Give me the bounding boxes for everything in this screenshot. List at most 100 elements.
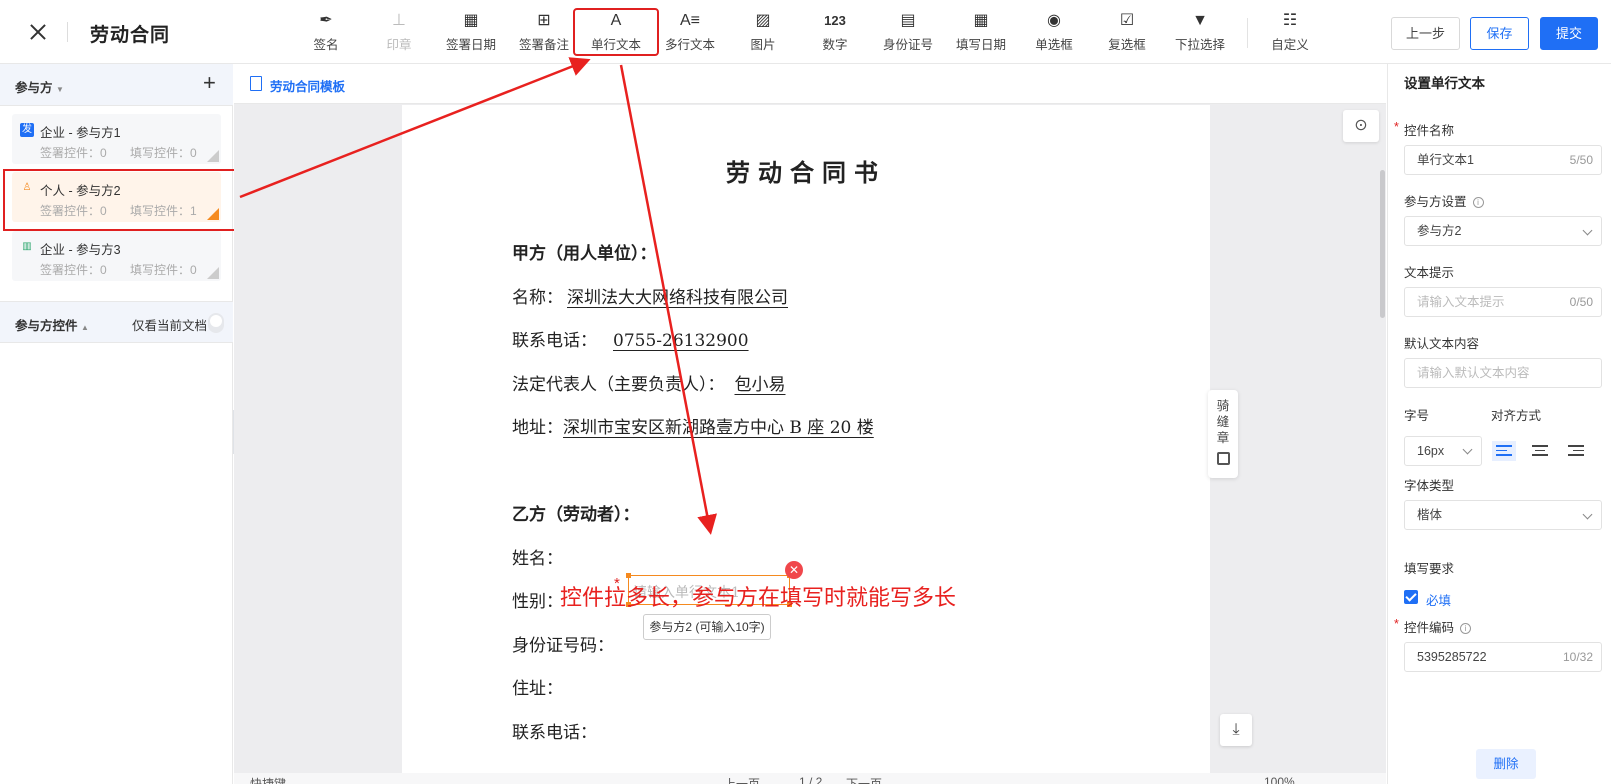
align-left-icon[interactable] <box>1492 441 1516 461</box>
prev-page-button[interactable]: 上一页 <box>724 775 760 784</box>
field-tooltip: 参与方2 (可输入10字) <box>643 614 771 640</box>
tool-checkbox-button[interactable]: ☑ 复选框 <box>1092 10 1162 56</box>
party-a-name: 名称： 深圳法大大网络科技有限公司 <box>512 288 788 308</box>
tool-fill-date-button[interactable]: ▦ 填写日期 <box>946 10 1016 56</box>
caret-down-icon: ▼ <box>56 85 64 94</box>
tool-pen-sign-button[interactable]: ✒ 签名 <box>291 10 361 56</box>
hint-input[interactable]: 请输入文本提示 0/50 <box>1404 287 1602 317</box>
id-card-icon: ▤ <box>900 12 916 29</box>
controls-header: 参与方控件 ▲ 仅看当前文档 <box>0 301 233 343</box>
font-size-select[interactable]: 16px <box>1404 436 1482 466</box>
tool-custom-button[interactable]: ☷ 自定义 <box>1255 10 1325 56</box>
tool-image-button[interactable]: ▨ 图片 <box>728 10 798 56</box>
tool-calendar-button[interactable]: ▦ 签署日期 <box>436 10 506 56</box>
tool-dropdown-button[interactable]: ▼ 下拉选择 <box>1165 10 1235 56</box>
note-add-icon: ⊞ <box>537 12 551 29</box>
default-text-label: 默认文本内容 <box>1404 337 1480 351</box>
file-icon <box>250 76 262 91</box>
party-select[interactable]: 参与方2 <box>1404 216 1602 246</box>
font-size-label: 字号 <box>1404 409 1430 423</box>
tool-label: 数字 <box>822 38 848 52</box>
party-a-phone: 联系电话： 0755-26132900 <box>512 331 749 351</box>
corner-mark <box>207 150 219 162</box>
shortcut-label[interactable]: 快捷键 <box>250 775 286 784</box>
tool-label: 单选框 <box>1035 38 1073 52</box>
party-b-gender-label: 性别： <box>512 592 563 612</box>
scrollbar[interactable] <box>1380 170 1385 318</box>
download-icon[interactable]: ⤓ <box>1220 714 1252 746</box>
tool-stamp-button: ⊥ 印章 <box>364 10 434 56</box>
party-b-name-label: 姓名： <box>512 549 563 569</box>
parties-title[interactable]: 参与方 ▼ <box>15 77 64 96</box>
control-code-input[interactable]: 5395285722 10/32 <box>1404 642 1602 672</box>
only-current-label: 仅看当前文档 <box>132 319 208 333</box>
submit-button[interactable]: 提交 <box>1540 17 1598 50</box>
custom-icon: ☷ <box>1282 12 1298 29</box>
tool-label: 下拉选择 <box>1174 38 1225 52</box>
number-icon: 123 <box>824 13 846 28</box>
single-text-icon: A <box>610 12 622 29</box>
control-name-input[interactable]: 单行文本1 5/50 <box>1404 145 1602 175</box>
settings-panel: 设置单行文本 * 控件名称 单行文本1 5/50 参与方设置 i 参与方2 文本提示 … <box>1387 64 1611 784</box>
tool-label: 填写日期 <box>955 38 1006 52</box>
contract-page: 劳动合同书 甲方（用人单位）： 名称： 深圳法大大网络科技有限公司 联系电话： 07… <box>402 105 1210 784</box>
save-button[interactable]: 保存 <box>1470 17 1529 50</box>
required-checkbox-label[interactable]: 必填 <box>1426 590 1451 609</box>
tool-label: 身份证号 <box>882 38 933 52</box>
tool-multi-text-button[interactable]: A≡ 多行文本 <box>655 10 725 56</box>
parties-header: 参与方 ▼ + <box>0 64 233 106</box>
remove-field-icon[interactable]: ✕ <box>785 561 803 579</box>
party-a-heading: 甲方（用人单位）： <box>512 244 657 264</box>
tool-label: 复选框 <box>1108 38 1146 52</box>
only-current-toggle[interactable] <box>208 313 224 333</box>
verify-icon[interactable]: ⊙ <box>1343 110 1379 142</box>
checkbox-icon: ☑ <box>1119 12 1135 29</box>
align-right-icon[interactable] <box>1564 441 1588 461</box>
tool-label: 图片 <box>750 38 776 52</box>
party-item[interactable]: ▥ 企业 - 参与方3 签署控件：0 填写控件：0 <box>12 231 221 281</box>
doc-tab[interactable]: 劳动合同模板 <box>270 76 345 95</box>
multi-text-icon: A≡ <box>679 12 700 29</box>
tool-radio-button[interactable]: ◉ 单选框 <box>1019 10 1089 56</box>
party-name: 企业 - 参与方1 <box>40 126 121 140</box>
default-text-input[interactable]: 请输入默认文本内容 <box>1404 358 1602 388</box>
corner-mark <box>207 267 219 279</box>
tool-label: 签名 <box>313 38 339 52</box>
tool-single-text-button[interactable]: A 单行文本 <box>573 8 659 56</box>
caret-up-icon: ▲ <box>81 323 89 332</box>
divider <box>1247 18 1248 48</box>
party-sign-count: 签署控件：0 <box>40 263 107 277</box>
party-b-phone-label: 联系电话： <box>512 723 597 743</box>
dropdown-icon: ▼ <box>1192 12 1208 29</box>
doc-tab-bar: 劳动合同模板 <box>234 64 1386 104</box>
info-icon: i <box>1472 197 1484 208</box>
required-checkbox[interactable] <box>1404 590 1418 604</box>
tool-note-add-button[interactable]: ⊞ 签署备注 <box>509 10 579 56</box>
resize-handle[interactable] <box>626 573 631 578</box>
party-b-address-label: 住址： <box>512 679 563 699</box>
seam-stamp-button[interactable]: 骑缝章 <box>1208 390 1238 478</box>
party-a-address: 地址：深圳市宝安区新湖路壹方中心 B 座 20 楼 <box>512 418 874 438</box>
prev-step-button[interactable]: 上一步 <box>1391 17 1460 50</box>
add-party-icon[interactable]: + <box>203 72 216 94</box>
party-name: 企业 - 参与方3 <box>40 243 121 257</box>
party-a-rep: 法定代表人（主要负责人）： 包小易 <box>512 375 786 395</box>
seam-stamp-label: 骑缝章 <box>1216 399 1230 445</box>
next-page-button[interactable]: 下一页 <box>846 775 882 784</box>
tool-id-card-button[interactable]: ▤ 身份证号 <box>873 10 943 56</box>
font-type-label: 字体类型 <box>1404 479 1455 493</box>
top-toolbar: 劳动合同 ✒ 签名 ⊥ 印章 ▦ 签署日期 ⊞ 签署备注 A 单行文本 A≡ 多行文本 ▨ 图片 123 数字… <box>0 0 1611 64</box>
party-item[interactable]: 发企业 - 参与方1 签署控件：0 填写控件：0 <box>12 114 221 164</box>
close-icon[interactable] <box>26 20 50 44</box>
party-sign-count: 签署控件：0 <box>40 146 107 160</box>
font-type-select[interactable]: 楷体 <box>1404 500 1602 530</box>
contract-title: 劳动合同书 <box>726 158 886 187</box>
tool-label: 多行文本 <box>664 38 715 52</box>
controls-title[interactable]: 参与方控件 ▲ <box>15 315 89 334</box>
tool-number-button[interactable]: 123 数字 <box>800 10 870 56</box>
tool-label: 印章 <box>386 38 412 52</box>
delete-button[interactable]: 删除 <box>1476 749 1536 779</box>
align-center-icon[interactable] <box>1528 441 1552 461</box>
party-type-icon: ▥ <box>22 241 32 252</box>
hint-label: 文本提示 <box>1404 266 1455 280</box>
